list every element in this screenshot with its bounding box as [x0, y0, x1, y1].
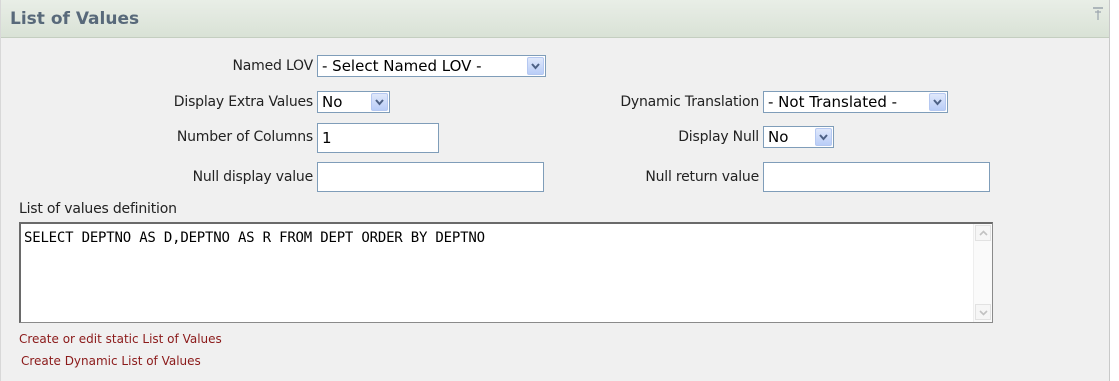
display-extra-values-select[interactable]: No	[317, 91, 390, 113]
chevron-down-icon[interactable]	[371, 93, 388, 111]
display-extra-values-label: Display Extra Values	[173, 94, 313, 110]
lov-definition-label: List of values definition	[19, 201, 177, 217]
pin-icon[interactable]	[1093, 7, 1103, 21]
null-display-value-input[interactable]	[317, 162, 544, 192]
list-of-values-region: List of Values Named LOV - Select Named …	[0, 0, 1110, 381]
null-display-value-label: Null display value	[192, 169, 314, 185]
dynamic-translation-value: - Not Translated -	[768, 93, 898, 111]
textarea-scrollbar[interactable]	[973, 224, 992, 322]
create-static-lov-link[interactable]: Create or edit static List of Values	[19, 332, 222, 346]
create-dynamic-lov-link[interactable]: Create Dynamic List of Values	[21, 354, 201, 368]
scroll-up-arrow-icon[interactable]	[975, 225, 991, 241]
null-return-value-input[interactable]	[763, 162, 990, 192]
scroll-down-arrow-icon[interactable]	[975, 304, 991, 320]
named-lov-value: - Select Named LOV -	[322, 57, 482, 75]
display-null-value: No	[768, 128, 789, 146]
named-lov-label: Named LOV	[232, 58, 314, 74]
region-header: List of Values	[1, 0, 1109, 38]
display-null-label: Display Null	[678, 129, 759, 145]
display-extra-values-value: No	[322, 93, 343, 111]
number-of-columns-input[interactable]: 1	[317, 123, 439, 153]
chevron-down-icon[interactable]	[929, 93, 946, 111]
number-of-columns-label: Number of Columns	[176, 129, 313, 145]
region-title: List of Values	[10, 9, 140, 29]
lov-definition-textarea[interactable]: SELECT DEPTNO AS D,DEPTNO AS R FROM DEPT…	[19, 222, 993, 323]
named-lov-select[interactable]: - Select Named LOV -	[317, 55, 546, 77]
chevron-down-icon[interactable]	[815, 128, 832, 146]
dynamic-translation-select[interactable]: - Not Translated -	[763, 91, 948, 113]
dynamic-translation-label: Dynamic Translation	[620, 94, 759, 110]
lov-definition-text: SELECT DEPTNO AS D,DEPTNO AS R FROM DEPT…	[24, 230, 485, 246]
chevron-down-icon[interactable]	[527, 57, 544, 75]
display-null-select[interactable]: No	[763, 126, 834, 148]
null-return-value-label: Null return value	[645, 169, 759, 185]
